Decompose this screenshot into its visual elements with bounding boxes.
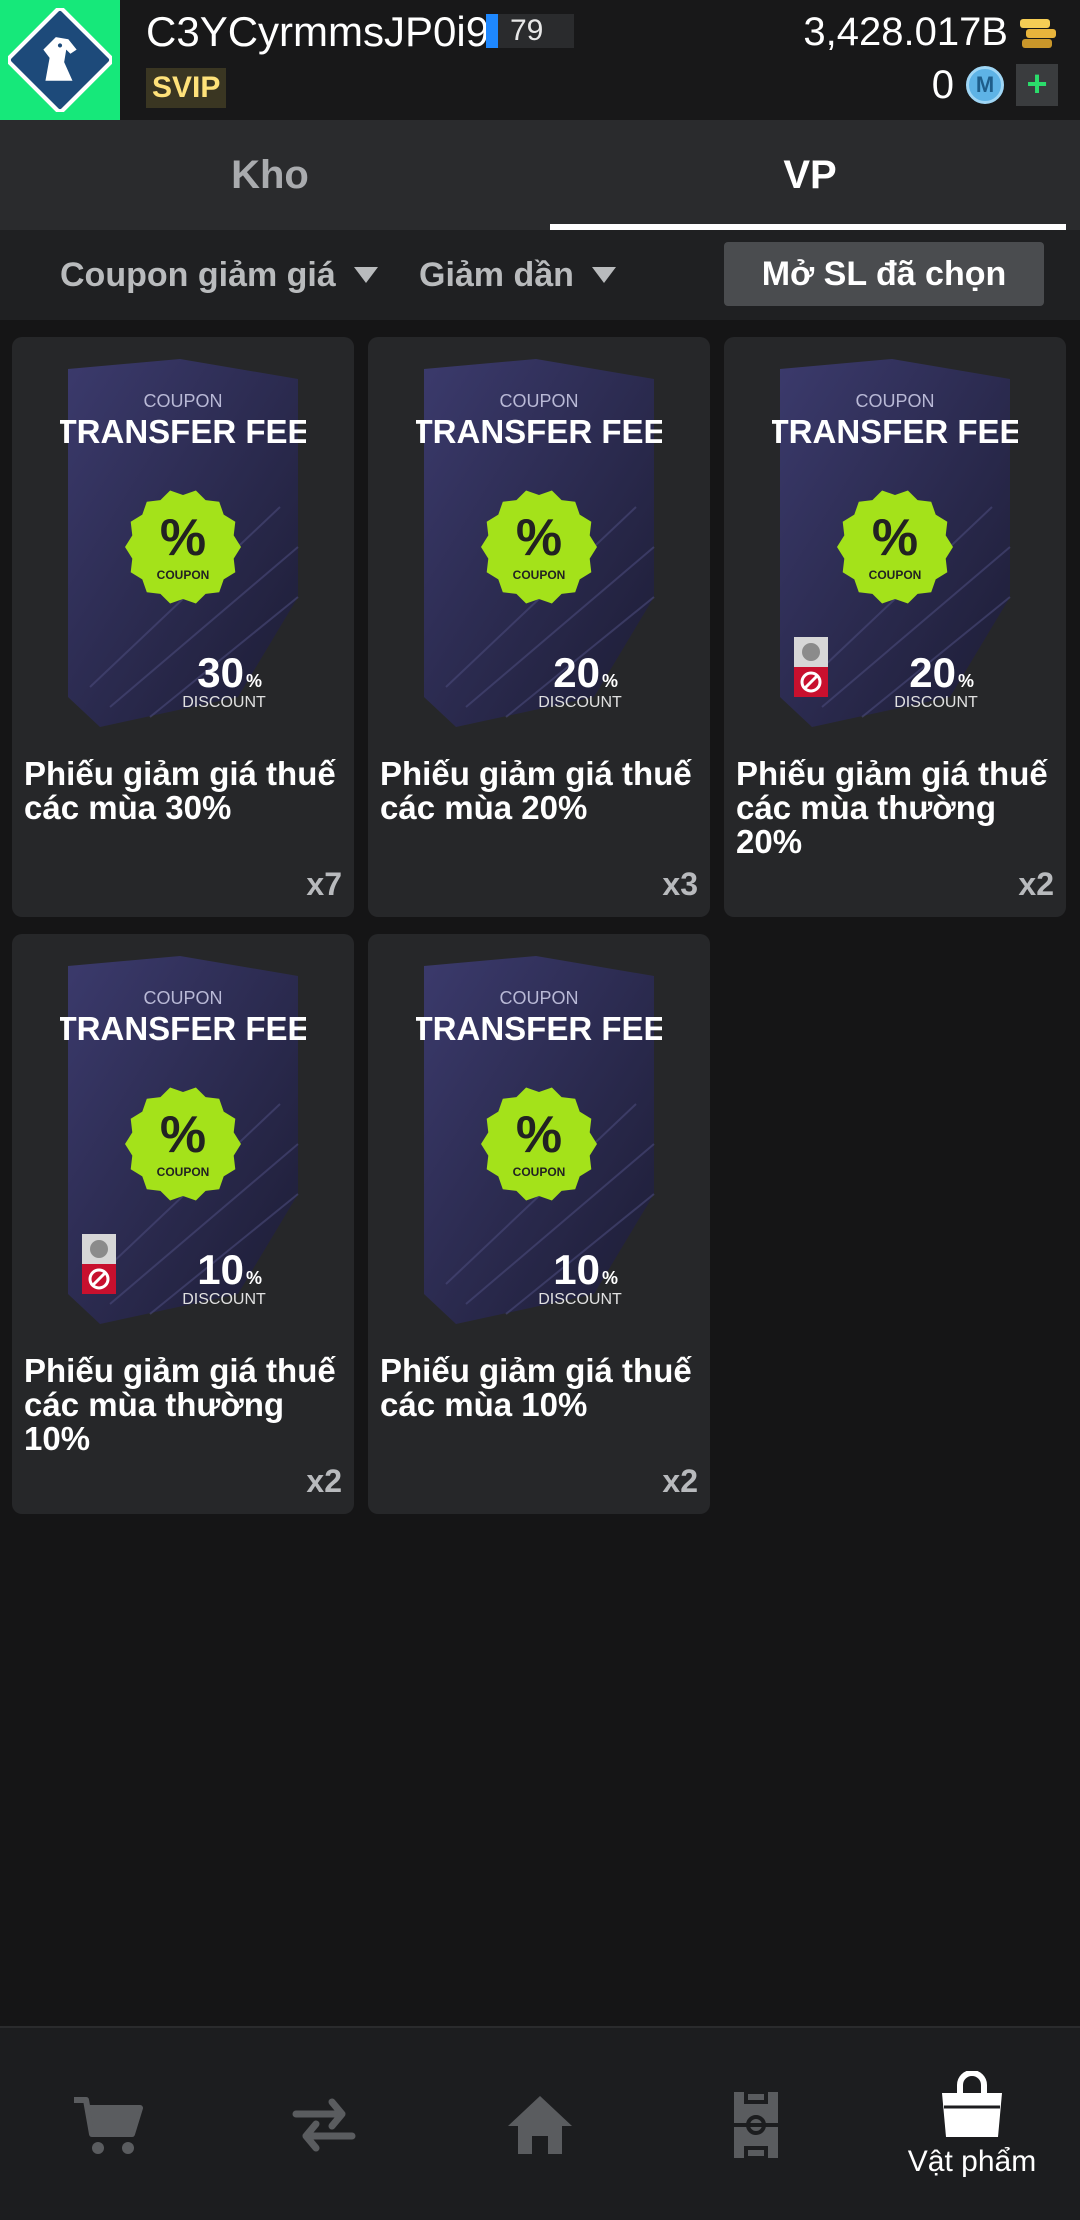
category-dropdown[interactable]: Coupon giảm giá <box>60 230 378 320</box>
coupon-headline: TRANSFER FEE <box>416 413 662 450</box>
svg-text:%: % <box>246 1268 262 1288</box>
coins-value: 3,428.017B <box>803 9 1008 54</box>
restriction-icon <box>794 637 828 697</box>
item-name: Phiếu giảm giá thuế các mùa 20% <box>380 755 692 826</box>
nav-squad[interactable] <box>648 2028 864 2220</box>
badge-symbol: % <box>160 509 206 567</box>
pitch-icon <box>734 2090 778 2160</box>
transfer-arrows-icon <box>292 2098 356 2152</box>
m-points-icon: M <box>966 66 1004 104</box>
item-quantity: x2 <box>306 1463 342 1499</box>
coupon-headline: TRANSFER FEE <box>416 1010 662 1047</box>
nav-shop[interactable] <box>0 2028 216 2220</box>
tab-vp[interactable]: VP <box>540 120 1080 230</box>
discount-label: DISCOUNT <box>894 694 978 711</box>
badge-symbol: % <box>160 1106 206 1164</box>
item-quantity: x2 <box>1018 866 1054 902</box>
item-name: Phiếu giảm giá thuế các mùa 10% <box>380 1352 692 1423</box>
badge-label: COUPON <box>869 568 922 582</box>
item-quantity: x7 <box>306 866 342 902</box>
add-points-button[interactable]: + <box>1016 64 1058 106</box>
discount-percent: 20 <box>909 649 956 696</box>
item-quantity: x3 <box>662 866 698 902</box>
username: C3YCyrmmsJP0i9 <box>146 8 490 55</box>
m-points-value: 0 <box>931 62 954 107</box>
category-dropdown-label: Coupon giảm giá <box>60 255 336 294</box>
item-card[interactable]: COUPON TRANSFER FEE % COUPON 10 % DISCOU… <box>12 934 354 1514</box>
coupon-image: COUPON TRANSFER FEE % COUPON 30 % DISCOU… <box>60 359 306 727</box>
discount-percent: 10 <box>197 1246 244 1293</box>
item-card[interactable]: COUPON TRANSFER FEE % COUPON 30 % DISCOU… <box>12 337 354 917</box>
cart-icon <box>74 2097 143 2154</box>
nav-transfer[interactable] <box>216 2028 432 2220</box>
discount-percent: 30 <box>197 649 244 696</box>
badge-label: COUPON <box>513 1165 566 1179</box>
svg-text:%: % <box>602 1268 618 1288</box>
m-points-balance: 0 M + <box>932 62 1058 108</box>
coupon-image: COUPON TRANSFER FEE % COUPON 10 % DISCOU… <box>60 956 306 1324</box>
open-selected-button[interactable]: Mở SL đã chọn <box>724 242 1044 306</box>
coins-balance: 3,428.017B <box>803 4 1058 60</box>
sort-dropdown-label: Giảm dần <box>419 255 574 294</box>
badge-label: COUPON <box>157 1165 210 1179</box>
svg-text:%: % <box>958 671 974 691</box>
discount-label: DISCOUNT <box>182 1291 266 1308</box>
coupon-kicker: COUPON <box>499 988 578 1008</box>
horse-crest-icon <box>8 8 112 112</box>
badge-symbol: % <box>516 509 562 567</box>
item-name: Phiếu giảm giá thuế các mùa thường 10% <box>24 1352 336 1457</box>
filter-bar: Coupon giảm giá Giảm dần Mở SL đã chọn <box>0 230 1080 320</box>
home-icon <box>508 2096 572 2154</box>
coupon-headline: TRANSFER FEE <box>60 413 306 450</box>
discount-label: DISCOUNT <box>182 694 266 711</box>
coupon-image: COUPON TRANSFER FEE % COUPON 20 % DISCOU… <box>772 359 1018 727</box>
coupon-headline: TRANSFER FEE <box>60 1010 306 1047</box>
top-bar: C3YCyrmmsJP0i9 79 SVIP 3,428.017B 0 M + <box>0 0 1080 120</box>
shopping-bag-icon <box>942 2071 1002 2137</box>
badge-symbol: % <box>872 509 918 567</box>
discount-percent: 10 <box>553 1246 600 1293</box>
coin-stack-icon <box>1020 19 1056 48</box>
svg-text:%: % <box>246 671 262 691</box>
sort-dropdown[interactable]: Giảm dần <box>419 230 616 320</box>
item-card[interactable]: COUPON TRANSFER FEE % COUPON 10 % DISCOU… <box>368 934 710 1514</box>
tab-kho[interactable]: Kho <box>0 120 540 230</box>
badge-symbol: % <box>516 1106 562 1164</box>
chevron-down-icon <box>353 267 378 283</box>
restriction-icon <box>82 1234 116 1294</box>
item-name: Phiếu giảm giá thuế các mùa thường 20% <box>736 755 1048 860</box>
nav-items-label: Vật phẩm <box>907 2145 1037 2178</box>
coupon-kicker: COUPON <box>143 988 222 1008</box>
discount-percent: 20 <box>553 649 600 696</box>
item-card[interactable]: COUPON TRANSFER FEE % COUPON 20 % DISCOU… <box>724 337 1066 917</box>
coupon-kicker: COUPON <box>499 391 578 411</box>
level-bar <box>486 14 498 48</box>
item-quantity: x2 <box>662 1463 698 1499</box>
chevron-down-icon <box>591 267 616 283</box>
vip-badge: SVIP <box>146 68 227 108</box>
item-name: Phiếu giảm giá thuế các mùa 30% <box>24 755 336 826</box>
nav-items[interactable]: Vật phẩm <box>864 2028 1080 2220</box>
item-card[interactable]: COUPON TRANSFER FEE % COUPON 20 % DISCOU… <box>368 337 710 917</box>
coupon-image: COUPON TRANSFER FEE % COUPON 10 % DISCOU… <box>416 956 662 1324</box>
coupon-image: COUPON TRANSFER FEE % COUPON 20 % DISCOU… <box>416 359 662 727</box>
badge-label: COUPON <box>513 568 566 582</box>
coupon-kicker: COUPON <box>143 391 222 411</box>
discount-label: DISCOUNT <box>538 1291 622 1308</box>
discount-label: DISCOUNT <box>538 694 622 711</box>
bottom-nav: Vật phẩm <box>0 2026 1080 2220</box>
tab-bar: Kho VP <box>0 120 1080 230</box>
svg-text:%: % <box>602 671 618 691</box>
badge-label: COUPON <box>157 568 210 582</box>
club-logo[interactable] <box>0 0 120 120</box>
nav-home[interactable] <box>432 2028 648 2220</box>
level-number: 79 <box>510 14 544 47</box>
coupon-headline: TRANSFER FEE <box>772 413 1018 450</box>
coupon-kicker: COUPON <box>855 391 934 411</box>
level-indicator: 79 <box>486 14 574 48</box>
